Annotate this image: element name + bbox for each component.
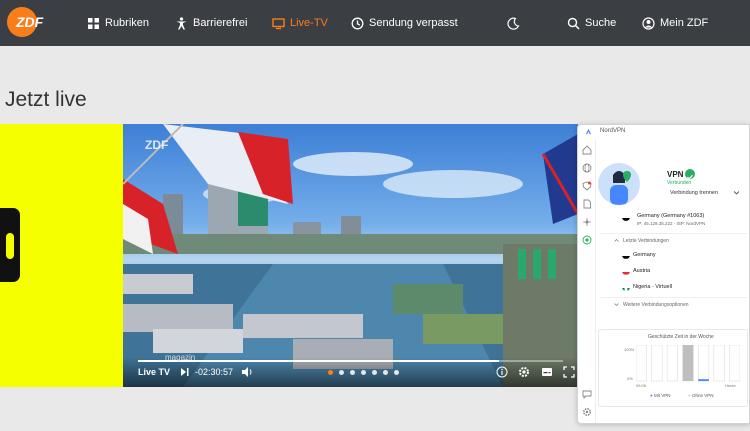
vpn-sidebar — [578, 139, 596, 423]
recent-connections-title: Letzte Verbindungen — [623, 238, 669, 244]
search-button[interactable]: Suche — [567, 13, 616, 33]
clock-icon — [351, 17, 364, 29]
accessibility-icon — [176, 16, 187, 29]
player-progress-bar[interactable] — [138, 360, 563, 362]
carousel-dot[interactable] — [372, 370, 377, 375]
channel-logo-fragment — [0, 208, 20, 282]
volume-icon[interactable] — [241, 366, 253, 378]
nav-item-label: Rubriken — [105, 17, 150, 29]
connected-check-icon — [685, 169, 695, 180]
nordvpn-logo-icon — [585, 128, 592, 135]
nav-item-label: Live-TV — [290, 17, 328, 29]
vpn-status-title: VPN — [667, 170, 684, 179]
carousel-dot[interactable] — [339, 370, 344, 375]
chart-bar-outline — [636, 345, 647, 382]
nav-item-sendung-verpasst[interactable]: Sendung verpasst — [351, 13, 458, 33]
previous-channel-teaser[interactable] — [0, 124, 123, 387]
chart-y-bottom-label: 0% — [627, 376, 633, 381]
theme-toggle-button[interactable] — [507, 13, 520, 33]
file-icon[interactable] — [582, 199, 592, 209]
live-tv-button[interactable]: Live TV — [138, 367, 170, 377]
grid-icon — [88, 17, 99, 29]
disconnect-button[interactable]: Verbindung trennen — [670, 190, 718, 196]
legend-without-vpn: ● Ohne VPN — [688, 393, 714, 398]
vpn-app-title: NordVPN — [600, 128, 626, 134]
chat-icon[interactable] — [582, 389, 592, 399]
shield-icon[interactable] — [582, 181, 592, 191]
info-icon[interactable] — [496, 366, 508, 378]
carousel-dot[interactable] — [361, 370, 366, 375]
more-options-button[interactable]: Weitere Verbindungsoptionen — [623, 302, 689, 308]
settings-icon[interactable] — [518, 366, 530, 378]
user-icon — [642, 16, 655, 30]
top-navigation: ZDF Rubriken Barrierefrei Live-TV Sendun… — [0, 0, 750, 46]
account-button[interactable]: Mein ZDF — [642, 13, 708, 33]
vpn-divider — [600, 297, 747, 298]
tv-icon — [272, 17, 285, 29]
chart-bar-outline — [729, 345, 740, 382]
logo-text: ZDF — [15, 14, 44, 30]
program-label: magazin — [165, 353, 196, 362]
legend-without-label: Ohne VPN — [691, 393, 714, 398]
carousel-dots — [328, 370, 399, 375]
chart-x-end-label: Heute — [725, 383, 736, 388]
carousel-dot[interactable] — [383, 370, 388, 375]
threat-protection-icon[interactable] — [582, 235, 592, 245]
chart-bars — [636, 345, 740, 382]
channel-watermark: ZDF — [145, 138, 168, 152]
nav-item-barrierefrei[interactable]: Barrierefrei — [175, 13, 247, 33]
nigeria-flag-icon — [622, 283, 630, 291]
chevron-down-icon[interactable] — [614, 302, 619, 307]
skip-to-live-icon[interactable] — [181, 366, 189, 378]
austria-flag-icon — [622, 267, 630, 275]
chart-x-start-label: 09.06 — [636, 383, 647, 388]
nordvpn-window: NordVPN VPN Verbunden Verbindung trennen… — [577, 124, 750, 424]
nav-item-live-tv[interactable]: Live-TV — [272, 13, 328, 33]
server-name: Germany (Germany #1063) — [637, 213, 705, 219]
chevron-down-icon[interactable] — [733, 189, 740, 196]
chevron-up-icon[interactable] — [614, 238, 619, 243]
chart-bar-with-vpn — [682, 345, 694, 381]
subtitles-icon[interactable] — [541, 366, 553, 378]
settings-gear-icon[interactable] — [582, 407, 592, 417]
chart-bar-with-vpn — [698, 379, 709, 381]
legend-with-vpn: ● Mit VPN — [650, 393, 671, 398]
vpn-titlebar: NordVPN — [578, 125, 749, 139]
vpn-divider — [600, 233, 747, 234]
home-icon[interactable] — [582, 145, 592, 155]
nav-item-rubriken[interactable]: Rubriken — [87, 13, 149, 33]
chart-title: Geschützte Zeit in der Woche — [648, 334, 714, 340]
chart-bar-outline — [666, 345, 679, 382]
chart-bar-outline — [713, 345, 725, 382]
chart-bar-outline — [651, 345, 663, 382]
playback-time: -02:30:57 — [195, 367, 234, 377]
moon-icon — [507, 17, 520, 30]
meshnet-icon[interactable] — [582, 217, 592, 227]
chart-bar-outline — [697, 345, 710, 382]
server-ip: IP: 45.129.35.222 · ISP: NordVPN — [637, 221, 706, 226]
vpn-status-sub: Verbunden — [667, 180, 692, 186]
video-player[interactable]: ZDF magazin Live TV -02:30:57 — [123, 124, 578, 387]
vpn-illustration — [598, 163, 640, 205]
chart-y-top-label: 100% — [624, 347, 635, 352]
video-frame-image: ZDF — [123, 124, 578, 387]
recent-connection-germany[interactable]: Germany — [633, 252, 656, 258]
account-label: Mein ZDF — [660, 17, 709, 29]
recent-connection-nigeria[interactable]: Nigeria - Virtuell — [633, 284, 672, 290]
carousel-dot[interactable] — [328, 370, 333, 375]
carousel-dot[interactable] — [394, 370, 399, 375]
nav-item-label: Sendung verpasst — [369, 17, 458, 29]
page-title: Jetzt live — [5, 88, 87, 111]
legend-with-label: Mit VPN — [653, 393, 671, 398]
carousel-dot[interactable] — [350, 370, 355, 375]
fullscreen-icon[interactable] — [563, 366, 575, 378]
nav-item-label: Barrierefrei — [193, 17, 248, 29]
search-label: Suche — [585, 17, 617, 29]
germany-flag-icon — [622, 251, 630, 259]
recent-connection-austria[interactable]: Austria — [633, 268, 650, 274]
zdf-logo[interactable]: ZDF — [6, 6, 58, 38]
germany-flag-icon — [622, 213, 630, 221]
globe-icon[interactable] — [582, 163, 592, 173]
search-icon — [567, 17, 580, 30]
